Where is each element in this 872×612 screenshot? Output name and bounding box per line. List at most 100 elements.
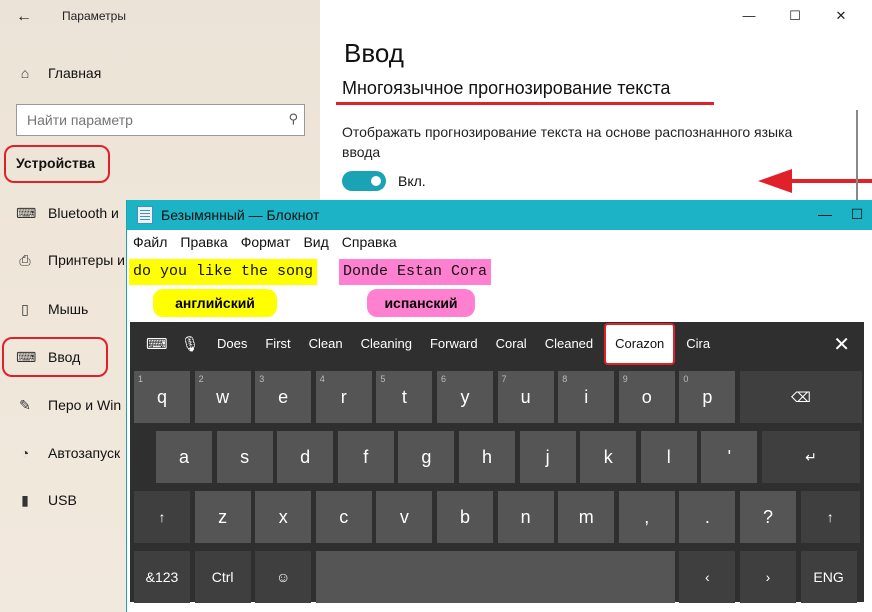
key-d[interactable]: d (277, 431, 334, 483)
sidebar-item-usb[interactable]: ▮ USB (16, 485, 77, 515)
scrollbar[interactable] (856, 110, 858, 200)
key-period[interactable]: . (679, 491, 736, 543)
key-label: ↑ (158, 509, 166, 525)
pen-icon: ✎ (19, 396, 31, 413)
key-f[interactable]: f (337, 431, 394, 483)
key-number-hint: 3 (259, 374, 265, 384)
key-c[interactable]: c (315, 491, 372, 543)
key-n[interactable]: n (497, 491, 554, 543)
sidebar-item-mouse[interactable]: ▯ Мышь (16, 294, 88, 324)
key-label: b (459, 506, 470, 527)
key-label: q (156, 386, 167, 407)
minimize-icon[interactable]: — (809, 203, 841, 225)
backspace-key[interactable]: ⌫ (740, 371, 862, 423)
search-input[interactable] (17, 105, 267, 135)
candidate-word[interactable]: Forward (421, 322, 487, 366)
keyboard-settings-icon[interactable]: ⌨ (146, 335, 168, 353)
key-label: ⌫ (791, 388, 811, 405)
enter-key[interactable]: ↵ (762, 431, 860, 483)
key-v[interactable]: v (376, 491, 433, 543)
microphone-icon[interactable]: 🎙 (180, 335, 200, 353)
candidate-word[interactable]: First (256, 322, 299, 366)
numbers-key[interactable]: &123 (134, 551, 190, 603)
key-y[interactable]: y6 (437, 371, 493, 423)
menu-file[interactable]: Файл (133, 234, 167, 256)
toggle-state-label: Вкл. (398, 173, 426, 189)
candidate-word[interactable]: Cleaned (536, 322, 602, 366)
candidate-word[interactable]: Cira (677, 322, 719, 366)
key-label: c (339, 506, 349, 527)
key-z[interactable]: z (194, 491, 251, 543)
spanish-text[interactable]: Donde Estan Cora (339, 259, 492, 285)
menu-help[interactable]: Справка (342, 234, 397, 256)
key-r[interactable]: r4 (315, 371, 372, 423)
key-number-hint: 1 (138, 374, 144, 384)
close-icon[interactable]: ✕ (818, 4, 864, 28)
candidate-word[interactable]: Clean (300, 322, 352, 366)
ctrl-key[interactable]: Ctrl (194, 551, 251, 603)
sidebar-item-autoplay[interactable]: ◔ Автозапуск (16, 438, 120, 468)
prediction-toggle[interactable] (342, 171, 386, 191)
key-label: ↵ (805, 448, 817, 465)
key-a[interactable]: a (156, 431, 212, 483)
menu-view[interactable]: Вид (303, 234, 328, 256)
back-arrow-icon[interactable]: ← (12, 6, 36, 28)
key-label: f (363, 446, 369, 467)
key-e[interactable]: e3 (255, 371, 312, 423)
key-j[interactable]: j (519, 431, 576, 483)
key-s[interactable]: s (216, 431, 273, 483)
key-label: y (460, 386, 470, 407)
key-q[interactable]: q1 (134, 371, 190, 423)
key-h[interactable]: h (459, 431, 515, 483)
key-number-hint: 4 (319, 374, 325, 384)
key-p[interactable]: p0 (679, 371, 736, 423)
candidate-word[interactable]: Does (208, 322, 256, 366)
emoji-key[interactable]: ☺ (255, 551, 312, 603)
key-comma[interactable]: , (618, 491, 675, 543)
key-t[interactable]: t5 (376, 371, 433, 423)
maximize-icon[interactable]: ☐ (772, 4, 818, 28)
shift-left-key[interactable]: ↑ (134, 491, 190, 543)
sidebar-item-printers[interactable]: ⎙ Принтеры и (16, 245, 125, 275)
candidate-word-selected[interactable]: Corazon (604, 323, 676, 365)
menu-format[interactable]: Формат (241, 234, 291, 256)
sidebar-item-label: Bluetooth и (48, 205, 119, 221)
key-label: e (278, 386, 289, 407)
key-o[interactable]: o9 (618, 371, 675, 423)
close-keyboard-icon[interactable]: ✕ (833, 332, 850, 357)
shift-right-key[interactable]: ↑ (800, 491, 860, 543)
candidate-word[interactable]: Cleaning (352, 322, 421, 366)
minimize-icon[interactable]: — (726, 4, 772, 28)
key-u[interactable]: u7 (497, 371, 554, 423)
sidebar-item-home[interactable]: ⌂ Главная (16, 58, 102, 88)
setting-description: Отображать прогнозирование текста на осн… (342, 124, 793, 160)
language-key[interactable]: ENG (800, 551, 857, 603)
settings-search-box[interactable]: ⚲ (16, 104, 305, 136)
key-number-hint: 5 (380, 374, 386, 384)
left-arrow-key[interactable]: ‹ (679, 551, 736, 603)
key-l[interactable]: l (640, 431, 697, 483)
sidebar-item-bluetooth[interactable]: ⌨ Bluetooth и (16, 198, 119, 228)
candidate-word[interactable]: Coral (487, 322, 536, 366)
key-question[interactable]: ? (740, 491, 796, 543)
key-m[interactable]: m (558, 491, 615, 543)
key-k[interactable]: k (580, 431, 637, 483)
highlight-oval-input (2, 337, 108, 377)
key-g[interactable]: g (398, 431, 455, 483)
key-b[interactable]: b (437, 491, 493, 543)
right-arrow-key[interactable]: › (740, 551, 796, 603)
key-label: g (421, 446, 432, 467)
sidebar-item-label: Главная (48, 65, 102, 81)
notepad-titlebar: Безымянный — Блокнот — ☐ (127, 200, 872, 230)
space-key[interactable] (315, 551, 675, 603)
english-text[interactable]: do you like the song (129, 259, 318, 285)
key-w[interactable]: w2 (194, 371, 251, 423)
search-icon[interactable]: ⚲ (288, 111, 298, 127)
sidebar-item-pen[interactable]: ✎ Перо и Win (16, 390, 121, 420)
key-apostrophe[interactable]: ' (701, 431, 758, 483)
key-x[interactable]: x (255, 491, 312, 543)
key-i[interactable]: i8 (558, 371, 615, 423)
menu-edit[interactable]: Правка (180, 234, 227, 256)
key-label: x (278, 506, 288, 527)
maximize-icon[interactable]: ☐ (841, 203, 872, 225)
